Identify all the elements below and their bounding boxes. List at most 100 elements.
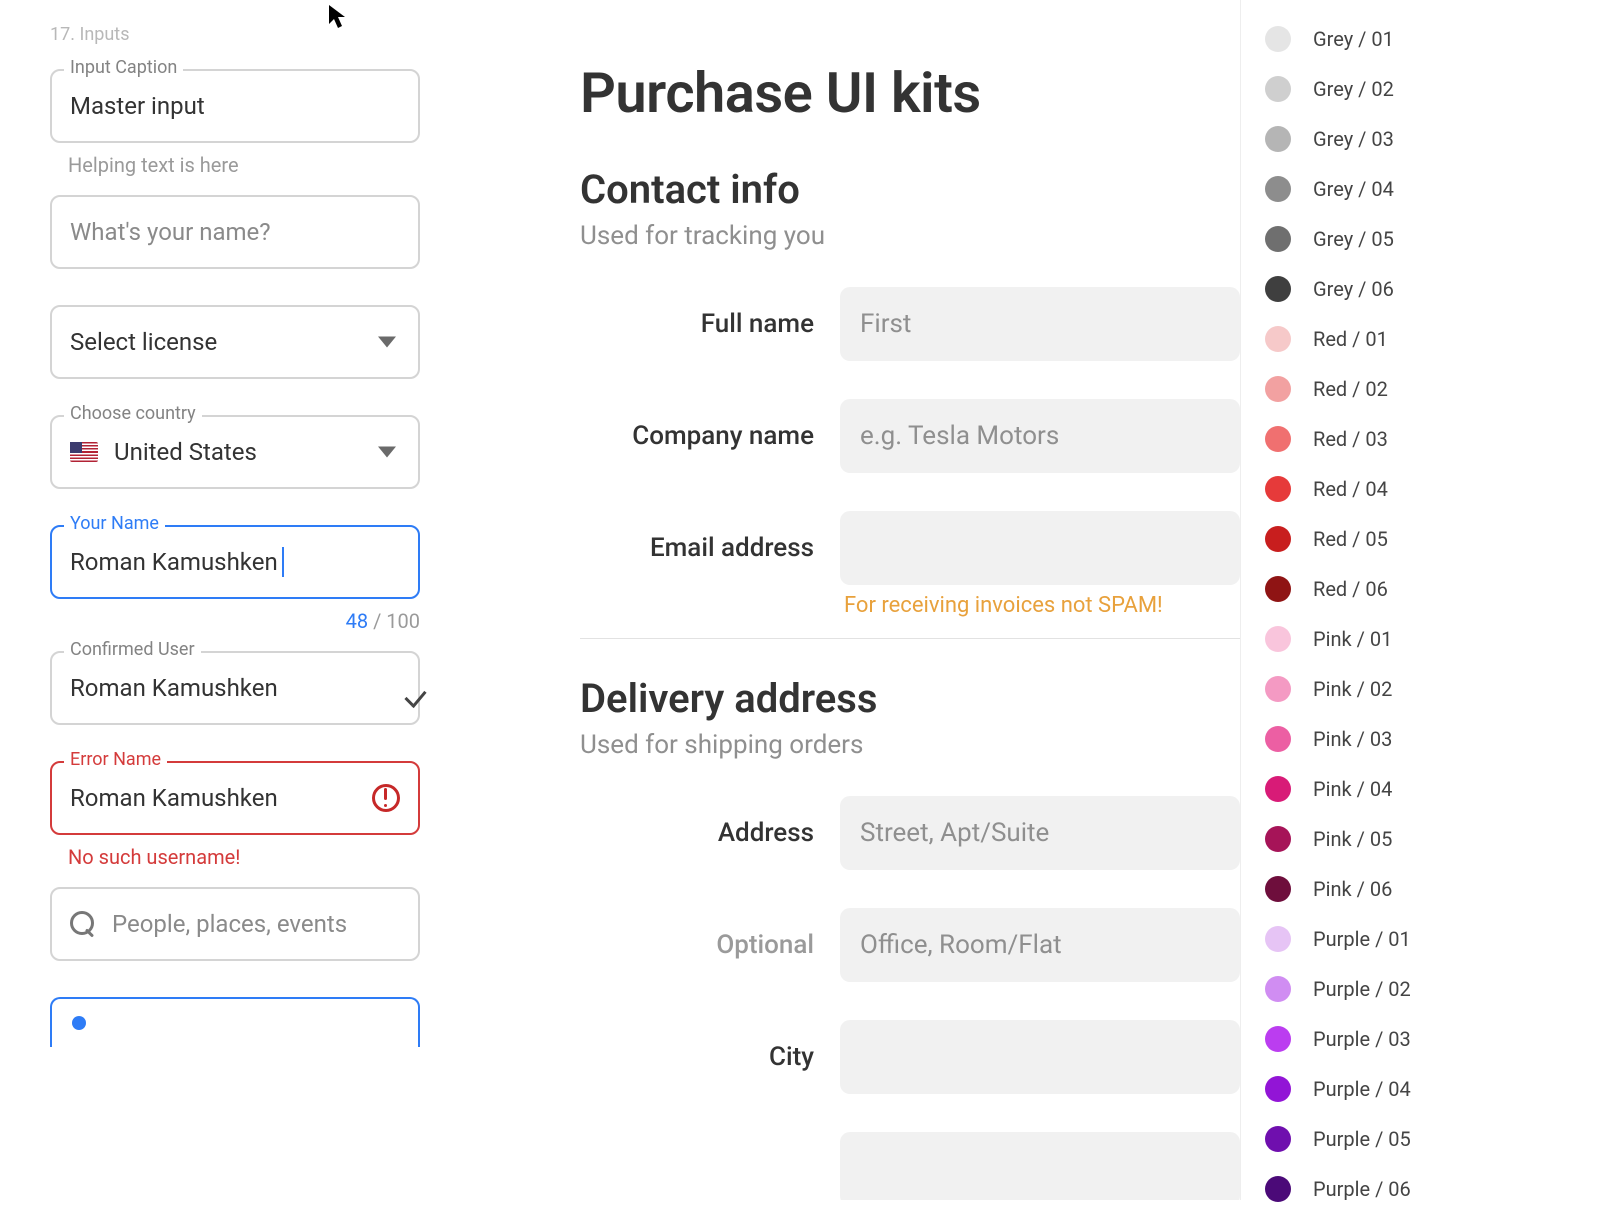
row-city: City [580,1020,1240,1094]
city-input[interactable] [840,1020,1240,1094]
swatch-row[interactable]: Red / 03 [1265,414,1600,464]
error-name-wrap: Error Name Roman Kamushken No such usern… [50,761,420,869]
swatch-label: Pink / 01 [1313,627,1392,651]
swatch-row[interactable]: Red / 06 [1265,564,1600,614]
swatch-dot [1265,1026,1291,1052]
chevron-down-icon [378,447,396,458]
swatch-row[interactable]: Purple / 04 [1265,1064,1600,1114]
optional-label: Optional [580,930,840,960]
contact-subtitle: Used for tracking you [580,221,1240,251]
full-name-input[interactable]: First [840,287,1240,361]
swatch-label: Red / 05 [1313,527,1388,551]
swatch-row[interactable]: Purple / 01 [1265,914,1600,964]
master-input-caption: Input Caption [64,57,183,78]
swatch-row[interactable]: Red / 05 [1265,514,1600,564]
swatch-row[interactable]: Grey / 04 [1265,164,1600,214]
select-license-wrap: Select license [50,305,420,379]
error-name-input[interactable]: Roman Kamushken [50,761,420,835]
swatch-dot [1265,976,1291,1002]
name-input-field[interactable] [70,218,400,246]
search-input[interactable] [50,887,420,961]
swatch-row[interactable]: Pink / 06 [1265,864,1600,914]
search-icon [70,911,96,937]
swatch-dot [1265,1176,1291,1202]
swatch-label: Pink / 04 [1313,777,1392,801]
swatch-label: Purple / 01 [1313,927,1411,951]
swatch-row[interactable]: Red / 01 [1265,314,1600,364]
error-caption: Error Name [64,749,167,770]
swatch-label: Grey / 06 [1313,277,1394,301]
page-title: Purchase UI kits [580,60,1240,126]
swatch-label: Red / 02 [1313,377,1388,401]
swatch-row[interactable]: Grey / 05 [1265,214,1600,264]
swatch-label: Pink / 03 [1313,727,1392,751]
confirmed-user-wrap: Confirmed User Roman Kamushken [50,651,420,725]
swatch-row[interactable]: Grey / 02 [1265,64,1600,114]
swatch-row[interactable]: Pink / 03 [1265,714,1600,764]
swatch-dot [1265,176,1291,202]
extra-input[interactable] [840,1132,1240,1200]
delivery-subtitle: Used for shipping orders [580,730,1240,760]
swatch-row[interactable]: Pink / 02 [1265,664,1600,714]
swatch-row[interactable]: Pink / 01 [1265,614,1600,664]
swatch-row[interactable]: Grey / 03 [1265,114,1600,164]
swatch-label: Grey / 04 [1313,177,1394,201]
delivery-heading: Delivery address [580,675,1240,722]
swatch-row[interactable]: Pink / 05 [1265,814,1600,864]
email-hint: For receiving invoices not SPAM! [840,593,1163,618]
color-swatch-panel: Grey / 01Grey / 02Grey / 03 Grey / 04 Grey… [1240,0,1600,1200]
swatch-label: Red / 06 [1313,577,1388,601]
optional-input[interactable]: Office, Room/Flat [840,908,1240,982]
swatch-dot [1265,876,1291,902]
city-label: City [580,1042,840,1072]
swatch-row[interactable]: Purple / 03 [1265,1014,1600,1064]
purchase-form-panel: Purchase UI kits Contact info Used for t… [480,0,1240,1200]
country-caption: Choose country [64,403,202,424]
char-counter: 48 / 100 [50,609,420,633]
swatch-label: Red / 03 [1313,427,1388,451]
row-email: Email address [580,511,1240,585]
swatch-row[interactable]: Pink / 04 [1265,764,1600,814]
swatch-row[interactable]: Red / 04 [1265,464,1600,514]
your-name-wrap: Your Name Roman Kamushken 48 / 100 [50,525,420,633]
swatch-row[interactable]: Grey / 01 [1265,14,1600,64]
search-field[interactable] [112,910,400,938]
swatch-label: Red / 01 [1313,327,1388,351]
contact-heading: Contact info [580,166,1240,213]
error-message: No such username! [50,845,420,869]
swatch-dot [1265,226,1291,252]
swatch-row[interactable]: Purple / 05 [1265,1114,1600,1164]
row-full-name: Full name First [580,287,1240,361]
swatch-dot [1265,776,1291,802]
inputs-showcase-panel: 17. Inputs Input Caption Master input He… [0,0,480,1200]
swatch-dot [1265,626,1291,652]
swatch-dot [1265,826,1291,852]
row-extra [580,1132,1240,1200]
email-hint-row: For receiving invoices not SPAM! [580,593,1240,618]
confirmed-caption: Confirmed User [64,639,201,660]
focused-partial-input[interactable] [50,997,420,1047]
record-dot-icon [72,1016,86,1030]
section-divider [580,638,1240,639]
swatch-row[interactable]: Purple / 02 [1265,964,1600,1014]
swatch-dot [1265,126,1291,152]
swatch-row[interactable]: Red / 02 [1265,364,1600,414]
error-icon [372,784,400,812]
select-license[interactable]: Select license [50,305,420,379]
confirmed-user-input[interactable]: Roman Kamushken [50,651,420,725]
company-input[interactable]: e.g. Tesla Motors [840,399,1240,473]
swatch-dot [1265,326,1291,352]
country-select[interactable]: United States [50,415,420,489]
swatch-row[interactable]: Grey / 06 [1265,264,1600,314]
swatch-dot [1265,376,1291,402]
address-input[interactable]: Street, Apt/Suite [840,796,1240,870]
swatch-row[interactable]: Purple / 06 [1265,1164,1600,1214]
master-input[interactable]: Master input [50,69,420,143]
your-name-caption: Your Name [64,513,165,534]
name-input[interactable] [50,195,420,269]
your-name-input[interactable]: Roman Kamushken [50,525,420,599]
swatch-label: Purple / 02 [1313,977,1411,1001]
swatch-dot [1265,476,1291,502]
text-cursor-icon [282,547,284,577]
email-input[interactable] [840,511,1240,585]
